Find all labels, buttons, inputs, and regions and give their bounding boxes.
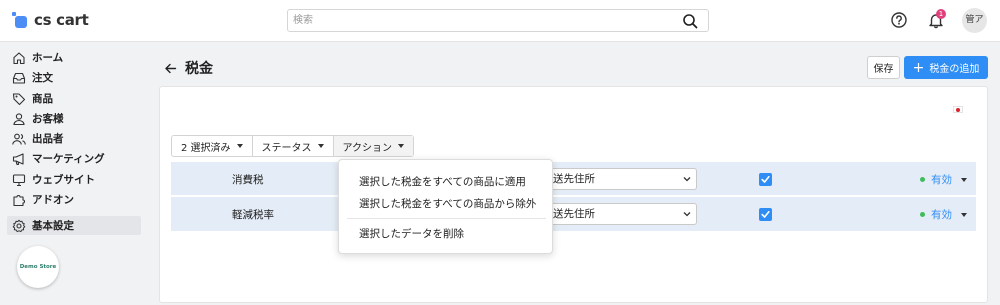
menu-item-exclude-from-all-products[interactable]: 選択した税金をすべての商品から除外 xyxy=(359,196,536,211)
sidebar-item-customers[interactable]: お客様 xyxy=(7,109,141,128)
bulk-toolbar: 2 選択済み ステータス アクション xyxy=(171,135,415,157)
caret-down-icon xyxy=(317,144,324,148)
sidebar-item-addons[interactable]: アドオン xyxy=(7,190,141,209)
status-dot-icon xyxy=(920,212,925,217)
sidebar-item-products[interactable]: 商品 xyxy=(7,89,141,108)
sidebar-item-label: お客様 xyxy=(32,113,64,125)
check-icon xyxy=(761,176,770,183)
search-input[interactable] xyxy=(288,10,668,31)
sidebar-item-settings[interactable]: 基本設定 xyxy=(7,216,141,235)
status-label: 有効 xyxy=(931,174,952,186)
actions-button[interactable]: アクション xyxy=(333,136,414,156)
status-button[interactable]: ステータス xyxy=(253,136,334,156)
price-includes-tax-checkbox[interactable] xyxy=(759,173,772,186)
actions-button-label: アクション xyxy=(342,142,393,154)
sidebar-item-label: ウェブサイト xyxy=(32,174,95,186)
sidebar-item-orders[interactable]: 注文 xyxy=(7,68,141,87)
logo-text: cs cart xyxy=(34,11,89,29)
page-title: 税金 xyxy=(185,61,213,77)
caret-down-icon xyxy=(236,144,243,148)
status-button-label: ステータス xyxy=(261,142,312,154)
page-header: 税金 xyxy=(164,58,213,78)
table-row[interactable]: 軽減税率 送先住所 有効 xyxy=(171,197,976,231)
status-dropdown[interactable]: 有効 xyxy=(920,172,967,187)
address-select-value: 送先住所 xyxy=(553,208,595,220)
caret-down-icon xyxy=(398,144,405,148)
gear-icon xyxy=(12,219,26,232)
search-icon[interactable] xyxy=(682,13,698,29)
status-dropdown[interactable]: 有効 xyxy=(920,207,967,222)
caret-down-icon xyxy=(961,177,967,182)
plus-icon: + xyxy=(912,59,925,76)
menu-item-delete-selected[interactable]: 選択したデータを削除 xyxy=(359,226,464,241)
sidebar-item-label: 出品者 xyxy=(32,133,64,145)
address-select[interactable]: 送先住所 xyxy=(546,168,697,190)
logo[interactable]: cs cart xyxy=(12,11,89,29)
status-label: 有効 xyxy=(931,209,952,221)
menu-divider xyxy=(347,218,546,219)
sidebar-item-label: ホーム xyxy=(32,52,64,64)
address-select[interactable]: 送先住所 xyxy=(546,203,697,225)
logo-mark xyxy=(12,12,28,28)
table-row[interactable]: 消費税 送先住所 有効 xyxy=(171,162,976,196)
add-tax-button[interactable]: + 税金の追加 xyxy=(904,56,988,79)
save-button[interactable]: 保存 xyxy=(867,56,900,79)
chevron-down-icon xyxy=(683,177,691,182)
sidebar-item-label: 商品 xyxy=(32,93,53,105)
sidebar-item-website[interactable]: ウェブサイト xyxy=(7,170,141,189)
address-select-value: 送先住所 xyxy=(553,173,595,185)
top-bar: cs cart 1 管ア xyxy=(0,0,1000,42)
price-includes-tax-checkbox[interactable] xyxy=(759,208,772,221)
demo-store-badge[interactable]: Demo Store xyxy=(17,246,59,288)
search-box xyxy=(287,9,709,32)
tag-icon xyxy=(12,92,26,105)
caret-down-icon xyxy=(961,212,967,217)
monitor-icon xyxy=(12,173,26,186)
inbox-icon xyxy=(12,72,26,84)
sidebar-item-label: 注文 xyxy=(32,72,53,84)
sidebar-item-marketing[interactable]: マーケティング xyxy=(7,149,141,168)
users-icon xyxy=(12,133,26,145)
chevron-down-icon xyxy=(683,212,691,217)
user-icon xyxy=(13,112,25,125)
check-icon xyxy=(761,211,770,218)
actions-dropdown-menu: 選択した税金をすべての商品に適用 選択した税金をすべての商品から除外 選択したデ… xyxy=(338,159,553,254)
selected-count-label: 2 選択済み xyxy=(181,142,231,154)
notification-badge: 1 xyxy=(936,9,946,19)
tax-name[interactable]: 軽減税率 xyxy=(232,207,274,222)
avatar[interactable]: 管ア xyxy=(962,8,987,33)
sidebar-item-home[interactable]: ホーム xyxy=(7,48,141,67)
menu-item-apply-to-all-products[interactable]: 選択した税金をすべての商品に適用 xyxy=(359,174,526,189)
sidebar-item-label: 基本設定 xyxy=(32,220,74,232)
sidebar-item-label: アドオン xyxy=(32,194,74,206)
tax-name[interactable]: 消費税 xyxy=(232,172,264,187)
add-tax-label: 税金の追加 xyxy=(929,64,980,75)
arrow-left-icon[interactable] xyxy=(164,62,177,75)
selected-count-button[interactable]: 2 選択済み xyxy=(172,136,253,156)
sidebar-item-vendors[interactable]: 出品者 xyxy=(7,129,141,148)
question-circle-icon[interactable] xyxy=(890,11,908,29)
megaphone-icon xyxy=(12,152,24,165)
sidebar-item-label: マーケティング xyxy=(32,153,105,165)
puzzle-icon xyxy=(13,194,25,206)
japan-flag-icon[interactable] xyxy=(953,106,963,113)
home-icon xyxy=(13,51,25,64)
status-dot-icon xyxy=(920,177,925,182)
